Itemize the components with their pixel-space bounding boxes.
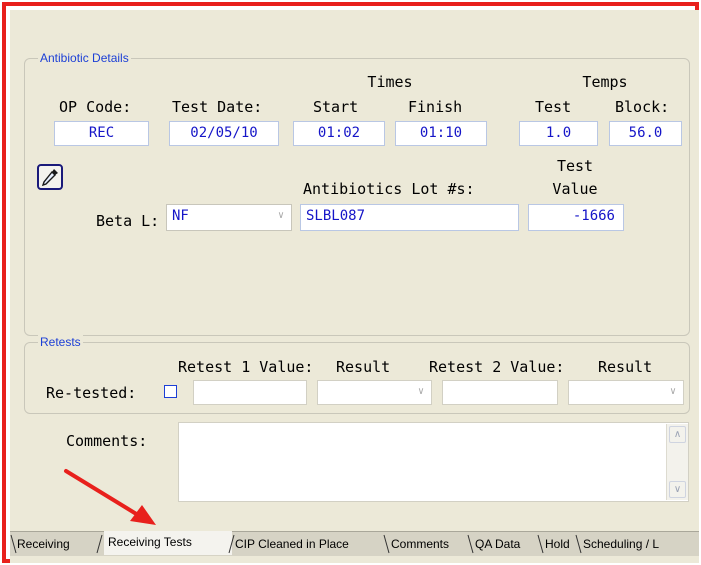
- comments-scrollbar[interactable]: ∧ ∨: [666, 424, 688, 500]
- chevron-down-icon[interactable]: ∨: [413, 383, 429, 402]
- form-panel: Antibiotic Details Times Temps OP Code: …: [10, 10, 699, 563]
- tab-separator: [575, 534, 582, 554]
- tab-receiving[interactable]: Receiving: [17, 533, 97, 555]
- tab-bar: Receiving Receiving Tests CIP Cleaned in…: [10, 531, 699, 556]
- op-code-field[interactable]: REC: [54, 121, 149, 146]
- retested-label: Re-tested:: [46, 384, 137, 402]
- tab-separator: [537, 534, 544, 554]
- test-value-field[interactable]: -1666: [528, 204, 624, 231]
- tab-cip-cleaned-in-place[interactable]: CIP Cleaned in Place: [235, 533, 385, 555]
- antibiotic-details-title: Antibiotic Details: [38, 51, 131, 65]
- tab-qa-data[interactable]: QA Data: [475, 533, 541, 555]
- retest2-value-label: Retest 2 Value:: [429, 358, 565, 376]
- comments-textarea[interactable]: [178, 422, 689, 502]
- tab-separator: [383, 534, 390, 554]
- retest1-value-label: Retest 1 Value:: [178, 358, 314, 376]
- test-date-label: Test Date:: [172, 98, 263, 116]
- tab-scheduling[interactable]: Scheduling / L: [583, 533, 699, 555]
- comments-label: Comments:: [66, 432, 148, 450]
- result1-label: Result: [336, 358, 391, 376]
- beta-l-label: Beta L:: [96, 212, 160, 230]
- annotation-arrow-icon: [64, 469, 156, 525]
- tab-comments[interactable]: Comments: [391, 533, 471, 555]
- temp-block-field[interactable]: 56.0: [609, 121, 682, 146]
- retest1-value-field[interactable]: [193, 380, 307, 405]
- tab-separator: [96, 534, 103, 554]
- retested-checkbox[interactable]: [164, 385, 177, 398]
- temp-test-label: Test: [535, 98, 572, 116]
- finish-label: Finish: [408, 98, 463, 116]
- test-date-field[interactable]: 02/05/10: [169, 121, 279, 146]
- chevron-down-icon[interactable]: ∨: [665, 383, 681, 402]
- start-label: Start: [313, 98, 359, 116]
- result2-label: Result: [598, 358, 653, 376]
- chevron-down-icon[interactable]: ∨: [273, 207, 289, 228]
- test-value-label-2: Value: [552, 180, 598, 198]
- finish-time-field[interactable]: 01:10: [395, 121, 487, 146]
- result1-select[interactable]: ∨: [317, 380, 432, 405]
- scroll-up-icon[interactable]: ∧: [669, 426, 686, 443]
- antibiotics-lot-label: Antibiotics Lot #s:: [303, 180, 475, 198]
- eyedropper-icon: [41, 169, 58, 187]
- beta-l-select[interactable]: NF ∨: [166, 204, 292, 231]
- temp-test-field[interactable]: 1.0: [519, 121, 598, 146]
- antibiotics-lot-field[interactable]: SLBL087: [300, 204, 519, 231]
- scroll-down-icon[interactable]: ∨: [669, 481, 686, 498]
- start-time-field[interactable]: 01:02: [293, 121, 385, 146]
- tab-separator: [467, 534, 474, 554]
- beta-l-value: NF: [172, 208, 189, 224]
- test-value-label-1: Test: [556, 157, 594, 175]
- tab-hold[interactable]: Hold: [545, 533, 579, 555]
- eyedropper-button[interactable]: [37, 164, 63, 190]
- temp-block-label: Block:: [615, 98, 670, 116]
- result2-select[interactable]: ∨: [568, 380, 684, 405]
- highlight-frame: Antibiotic Details Times Temps OP Code: …: [2, 2, 699, 563]
- retests-title: Retests: [38, 335, 83, 349]
- retest2-value-field[interactable]: [442, 380, 558, 405]
- temps-header: Temps: [582, 73, 628, 91]
- op-code-label: OP Code:: [59, 98, 132, 116]
- times-header: Times: [367, 73, 413, 91]
- tab-receiving-tests[interactable]: Receiving Tests: [104, 531, 232, 555]
